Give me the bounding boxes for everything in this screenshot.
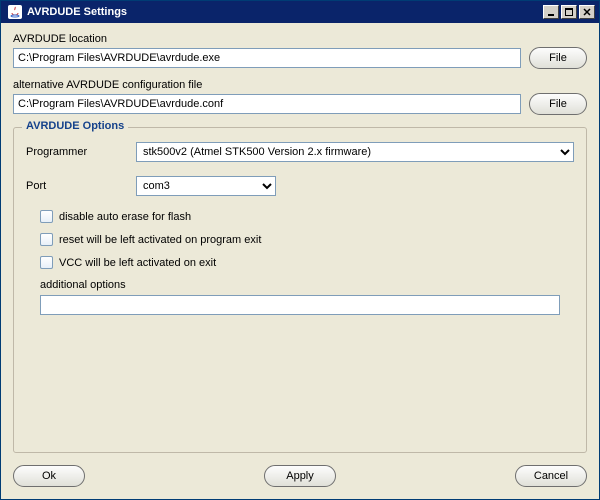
vcc-left-label: VCC will be left activated on exit [59, 257, 216, 269]
button-bar: Ok Apply Cancel [1, 457, 599, 499]
content-area: AVRDUDE location File alternative AVRDUD… [1, 23, 599, 457]
programmer-select[interactable]: stk500v2 (Atmel STK500 Version 2.x firmw… [136, 142, 574, 162]
programmer-label: Programmer [26, 146, 136, 158]
maximize-button[interactable] [561, 5, 577, 19]
vcc-left-checkbox[interactable] [40, 256, 53, 269]
settings-window: AVRDUDE Settings AVRDUDE location File a… [0, 0, 600, 500]
options-group: AVRDUDE Options Programmer stk500v2 (Atm… [13, 127, 587, 453]
apply-button[interactable]: Apply [264, 465, 336, 487]
port-select[interactable]: com3 [136, 176, 276, 196]
config-file-button[interactable]: File [529, 93, 587, 115]
additional-options-label: additional options [40, 279, 574, 291]
ok-button[interactable]: Ok [13, 465, 85, 487]
java-icon [7, 4, 23, 20]
config-input[interactable] [13, 94, 521, 114]
titlebar: AVRDUDE Settings [1, 1, 599, 23]
reset-left-checkbox[interactable] [40, 233, 53, 246]
minimize-button[interactable] [543, 5, 559, 19]
options-group-title: AVRDUDE Options [22, 120, 128, 132]
location-file-button[interactable]: File [529, 47, 587, 69]
window-title: AVRDUDE Settings [27, 6, 541, 18]
reset-left-label: reset will be left activated on program … [59, 234, 261, 246]
port-label: Port [26, 180, 136, 192]
close-button[interactable] [579, 5, 595, 19]
config-label: alternative AVRDUDE configuration file [13, 79, 587, 91]
location-input[interactable] [13, 48, 521, 68]
disable-erase-label: disable auto erase for flash [59, 211, 191, 223]
location-label: AVRDUDE location [13, 33, 587, 45]
disable-erase-checkbox[interactable] [40, 210, 53, 223]
cancel-button[interactable]: Cancel [515, 465, 587, 487]
window-controls [541, 3, 597, 21]
additional-options-input[interactable] [40, 295, 560, 315]
